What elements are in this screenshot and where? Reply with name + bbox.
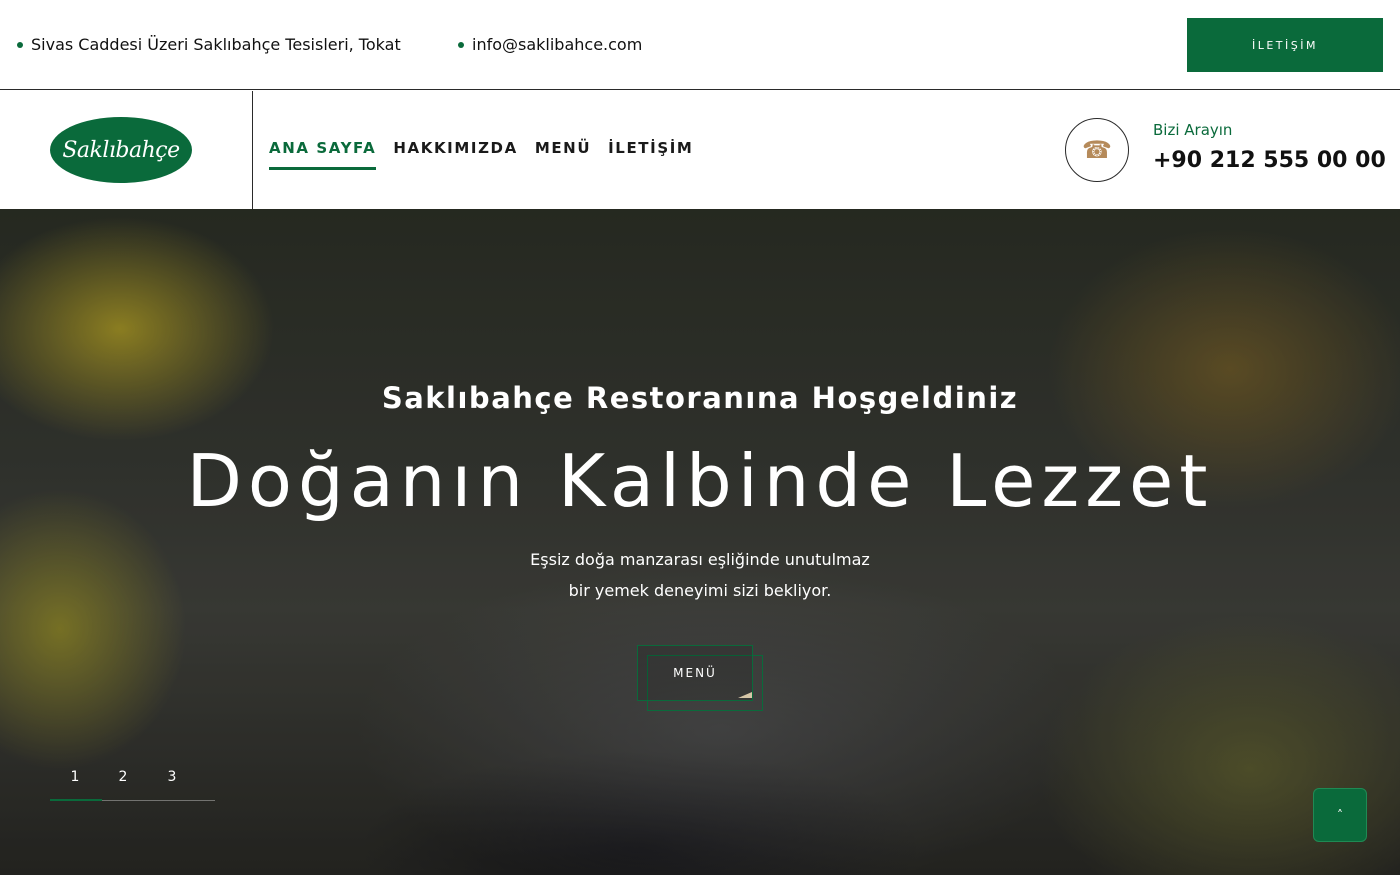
nav-item-menu[interactable]: MENÜ: [535, 139, 591, 157]
hero-text-line: bir yemek deneyimi sizi bekliyor.: [568, 581, 832, 600]
email-info[interactable]: info@saklibahce.com: [458, 35, 642, 54]
main-header: Saklıbahçe ANA SAYFA HAKKIMIZDA MENÜ İLE…: [0, 91, 1400, 209]
hero-title: Doğanın Kalbinde Lezzet: [186, 439, 1214, 523]
contact-button[interactable]: İLETİŞİM: [1187, 18, 1383, 72]
slide-dot-3[interactable]: 3: [147, 769, 197, 785]
hero-content: Saklıbahçe Restoranına Hoşgeldiniz Doğan…: [0, 209, 1400, 875]
main-nav: ANA SAYFA HAKKIMIZDA MENÜ İLETİŞİM: [269, 139, 693, 170]
hero-subtitle: Saklıbahçe Restoranına Hoşgeldiniz: [381, 381, 1019, 415]
slide-dot-2[interactable]: 2: [98, 769, 148, 785]
active-slide-indicator: [50, 799, 102, 801]
phone-icon[interactable]: ☎: [1065, 118, 1129, 182]
call-label: Bizi Arayın: [1153, 121, 1233, 139]
slider-pagination: 1 2 3: [50, 765, 215, 801]
call-number[interactable]: +90 212 555 00 00: [1153, 148, 1386, 173]
bullet-icon: [458, 41, 464, 48]
back-to-top-button[interactable]: ˄: [1313, 788, 1367, 842]
bullet-icon: [17, 41, 23, 48]
nav-item-home[interactable]: ANA SAYFA: [269, 139, 377, 170]
address-info: Sivas Caddesi Üzeri Saklıbahçe Tesisleri…: [17, 35, 401, 54]
hero-slider: Saklıbahçe Restoranına Hoşgeldiniz Doğan…: [0, 209, 1400, 875]
email-link[interactable]: info@saklibahce.com: [472, 35, 642, 54]
nav-item-contact[interactable]: İLETİŞİM: [608, 139, 693, 157]
logo[interactable]: Saklıbahçe: [50, 117, 192, 183]
logo-container: Saklıbahçe: [0, 91, 253, 209]
top-info-bar: Sivas Caddesi Üzeri Saklıbahçe Tesisleri…: [0, 0, 1400, 90]
slide-dot-1[interactable]: 1: [50, 769, 100, 785]
address-text: Sivas Caddesi Üzeri Saklıbahçe Tesisleri…: [31, 35, 401, 54]
menu-button[interactable]: MENÜ: [637, 645, 753, 701]
nav-item-about[interactable]: HAKKIMIZDA: [393, 139, 517, 157]
hero-description: Eşsiz doğa manzarası eşliğinde unutulmaz…: [0, 544, 1400, 606]
corner-accent: [738, 692, 752, 698]
chevron-up-icon: ˄: [1337, 808, 1343, 822]
hero-text-line: Eşsiz doğa manzarası eşliğinde unutulmaz: [530, 550, 870, 569]
